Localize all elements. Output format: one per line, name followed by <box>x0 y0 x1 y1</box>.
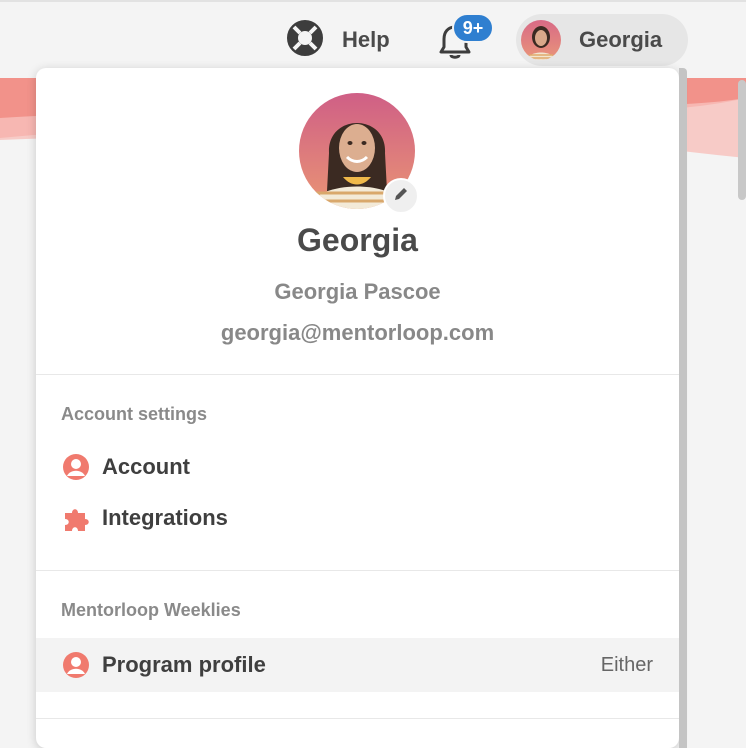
menu-item-label: Integrations <box>102 505 228 530</box>
user-name: Georgia <box>579 27 663 52</box>
user-circle-icon <box>62 453 90 481</box>
user-dropdown-menu: Georgia Georgia Pascoe georgia@mentorloo… <box>36 68 679 748</box>
menu-item-label: Program profile <box>102 652 266 677</box>
menu-item-integrations[interactable]: Integrations <box>36 493 679 543</box>
account-settings-heading: Account settings <box>61 404 208 424</box>
help-label: Help <box>342 27 390 52</box>
help-link[interactable]: Help <box>286 19 390 62</box>
dropdown-scrollbar[interactable] <box>679 68 687 748</box>
menu-item-account[interactable]: Account <box>36 442 679 492</box>
avatar <box>521 20 561 60</box>
edit-avatar-button[interactable] <box>383 178 419 214</box>
program-role-value: Either <box>600 653 653 676</box>
divider <box>36 374 679 375</box>
pencil-icon <box>393 186 409 207</box>
mentorloop-weeklies-heading: Mentorloop Weeklies <box>61 600 241 620</box>
user-circle-icon <box>62 651 90 679</box>
user-menu-button[interactable]: Georgia <box>516 14 688 66</box>
divider <box>36 570 679 571</box>
profile-section: Georgia Georgia Pascoe georgia@mentorloo… <box>36 68 679 374</box>
puzzle-piece-icon <box>62 504 90 532</box>
menu-item-program-profile[interactable]: Program profile Either <box>36 638 679 692</box>
profile-full-name: Georgia Pascoe <box>274 279 441 304</box>
divider <box>36 718 679 719</box>
lifebuoy-icon <box>286 19 324 62</box>
notification-badge: 9+ <box>452 13 494 43</box>
profile-email: georgia@mentorloop.com <box>220 320 495 345</box>
profile-display-name: Georgia <box>297 222 418 258</box>
page-scrollbar[interactable] <box>738 80 746 200</box>
menu-item-label: Account <box>102 454 190 479</box>
